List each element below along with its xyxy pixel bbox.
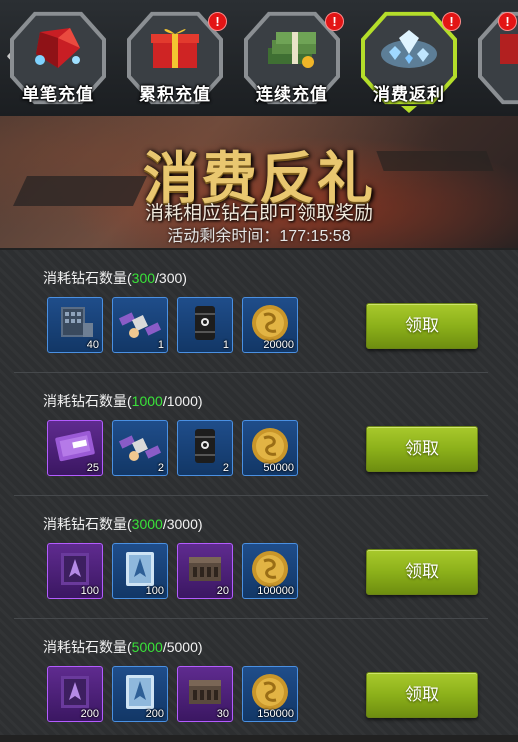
required-value: /5000) bbox=[162, 639, 203, 655]
tab-label: 消费返利 bbox=[373, 85, 445, 104]
required-value: /300) bbox=[155, 270, 187, 286]
gift-box-icon bbox=[151, 29, 199, 68]
notification-badge: ! bbox=[325, 12, 344, 31]
requirement-text: 消耗钻石数量(5000/5000) bbox=[43, 637, 203, 657]
gold-coin-icon bbox=[252, 305, 288, 341]
fighter-chip-icon bbox=[61, 676, 89, 708]
claim-button[interactable]: 领取 bbox=[366, 672, 478, 718]
item-count: 200 bbox=[145, 708, 164, 720]
requirement-label: 消耗钻石数量( bbox=[43, 393, 132, 409]
reward-item[interactable]: 1 bbox=[112, 297, 168, 353]
item-count: 50000 bbox=[263, 462, 294, 474]
oil-barrel-icon bbox=[195, 429, 215, 463]
timer-value: 177:15:58 bbox=[279, 228, 351, 245]
tab-next[interactable]: ! bbox=[478, 10, 518, 106]
supply-crate-icon bbox=[61, 307, 93, 337]
timer-label: 活动剩余时间： bbox=[167, 228, 280, 245]
gold-coin-icon bbox=[252, 428, 288, 464]
gold-coin-icon bbox=[252, 674, 288, 710]
fighter-card-icon bbox=[126, 552, 154, 586]
reward-row: 消耗钻石数量(300/300) 40 1 1 20000 领取 bbox=[0, 250, 518, 373]
requirement-label: 消耗钻石数量( bbox=[43, 270, 132, 286]
satellite-icon bbox=[118, 312, 162, 338]
claim-button[interactable]: 领取 bbox=[366, 549, 478, 595]
reward-item[interactable]: 200 bbox=[47, 666, 103, 722]
satellite-icon bbox=[118, 435, 162, 461]
diamond-pile-icon bbox=[381, 30, 437, 68]
cash-stack-icon bbox=[268, 32, 316, 68]
item-count: 2 bbox=[222, 462, 229, 474]
item-count: 20000 bbox=[263, 339, 294, 351]
item-count: 20 bbox=[216, 585, 229, 597]
tab-label: 单笔充值 bbox=[22, 85, 94, 104]
reward-row: 消耗钻石数量(5000/5000) 200 200 30 150000 领取 bbox=[0, 619, 518, 742]
notification-badge: ! bbox=[208, 12, 227, 31]
event-subtitle: 消耗相应钻石即可领取奖励 bbox=[144, 203, 373, 224]
event-timer: 活动剩余时间：177:15:58 bbox=[0, 222, 518, 246]
claim-button[interactable]: 领取 bbox=[366, 303, 478, 349]
ammo-crate-icon bbox=[189, 680, 221, 704]
reward-item[interactable]: 20 bbox=[177, 543, 233, 599]
item-count: 30 bbox=[216, 708, 229, 720]
item-count: 100000 bbox=[257, 585, 294, 597]
reward-item[interactable]: 2 bbox=[177, 420, 233, 476]
active-tab-pointer bbox=[401, 106, 417, 113]
requirement-label: 消耗钻石数量( bbox=[43, 516, 132, 532]
reward-item[interactable]: 200 bbox=[112, 666, 168, 722]
item-count: 100 bbox=[80, 585, 99, 597]
item-count: 2 bbox=[157, 462, 164, 474]
item-count: 40 bbox=[86, 339, 99, 351]
item-count: 25 bbox=[86, 462, 99, 474]
reward-item[interactable]: 40 bbox=[47, 297, 103, 353]
current-value: 5000 bbox=[131, 639, 163, 655]
tab-consecutive-recharge[interactable]: 连续充值 ! bbox=[244, 10, 344, 106]
notification-badge: ! bbox=[442, 12, 461, 31]
item-count: 100 bbox=[145, 585, 164, 597]
tab-cumulative-recharge[interactable]: 累积充值 ! bbox=[127, 10, 227, 106]
current-value: 300 bbox=[131, 270, 156, 286]
reward-item[interactable]: 30 bbox=[177, 666, 233, 722]
red-gem-pack-icon bbox=[35, 28, 80, 68]
tab-bar: ‹ 单笔充值 累积充值 ! 连续充值 bbox=[0, 0, 518, 116]
tab-consumption-rebate[interactable]: 消费返利 ! bbox=[361, 10, 461, 113]
reward-item[interactable]: 150000 bbox=[242, 666, 298, 722]
fighter-card-icon bbox=[126, 675, 154, 709]
tab-single-recharge[interactable]: 单笔充值 bbox=[10, 10, 106, 106]
requirement-text: 消耗钻石数量(1000/1000) bbox=[43, 391, 203, 411]
reward-row: 消耗钻石数量(1000/1000) 25 2 2 50000 领取 bbox=[0, 373, 518, 496]
tab-label: 连续充值 bbox=[256, 85, 328, 104]
reward-item[interactable]: 25 bbox=[47, 420, 103, 476]
requirement-label: 消耗钻石数量( bbox=[43, 639, 132, 655]
requirement-text: 消耗钻石数量(300/300) bbox=[43, 268, 187, 288]
ammo-crate-icon bbox=[189, 557, 221, 581]
reward-item[interactable]: 100 bbox=[112, 543, 168, 599]
reward-item[interactable]: 100 bbox=[47, 543, 103, 599]
gold-coin-icon bbox=[252, 551, 288, 587]
reward-item[interactable]: 100000 bbox=[242, 543, 298, 599]
reward-item[interactable]: 2 bbox=[112, 420, 168, 476]
reward-item[interactable]: 50000 bbox=[242, 420, 298, 476]
reward-item[interactable]: 1 bbox=[177, 297, 233, 353]
current-value: 3000 bbox=[131, 516, 163, 532]
item-count: 150000 bbox=[257, 708, 294, 720]
reward-item[interactable]: 20000 bbox=[242, 297, 298, 353]
reward-row: 消耗钻石数量(3000/3000) 100 100 20 100000 领取 bbox=[0, 496, 518, 619]
item-count: 200 bbox=[80, 708, 99, 720]
reward-list[interactable]: 消耗钻石数量(300/300) 40 1 1 20000 领取 消耗钻石数量(1… bbox=[0, 250, 518, 735]
claim-button[interactable]: 领取 bbox=[366, 426, 478, 472]
ticket-icon bbox=[55, 430, 95, 462]
oil-barrel-icon bbox=[195, 306, 215, 340]
notification-badge: ! bbox=[498, 12, 517, 31]
required-value: /3000) bbox=[162, 516, 203, 532]
required-value: /1000) bbox=[162, 393, 203, 409]
fighter-chip-icon bbox=[61, 553, 89, 585]
current-value: 1000 bbox=[131, 393, 163, 409]
tab-label: 累积充值 bbox=[139, 85, 211, 104]
event-banner: 消费反礼 消耗相应钻石即可领取奖励 活动剩余时间：177:15:58 bbox=[0, 116, 518, 248]
item-count: 1 bbox=[157, 339, 164, 351]
requirement-text: 消耗钻石数量(3000/3000) bbox=[43, 514, 203, 534]
item-count: 1 bbox=[222, 339, 229, 351]
